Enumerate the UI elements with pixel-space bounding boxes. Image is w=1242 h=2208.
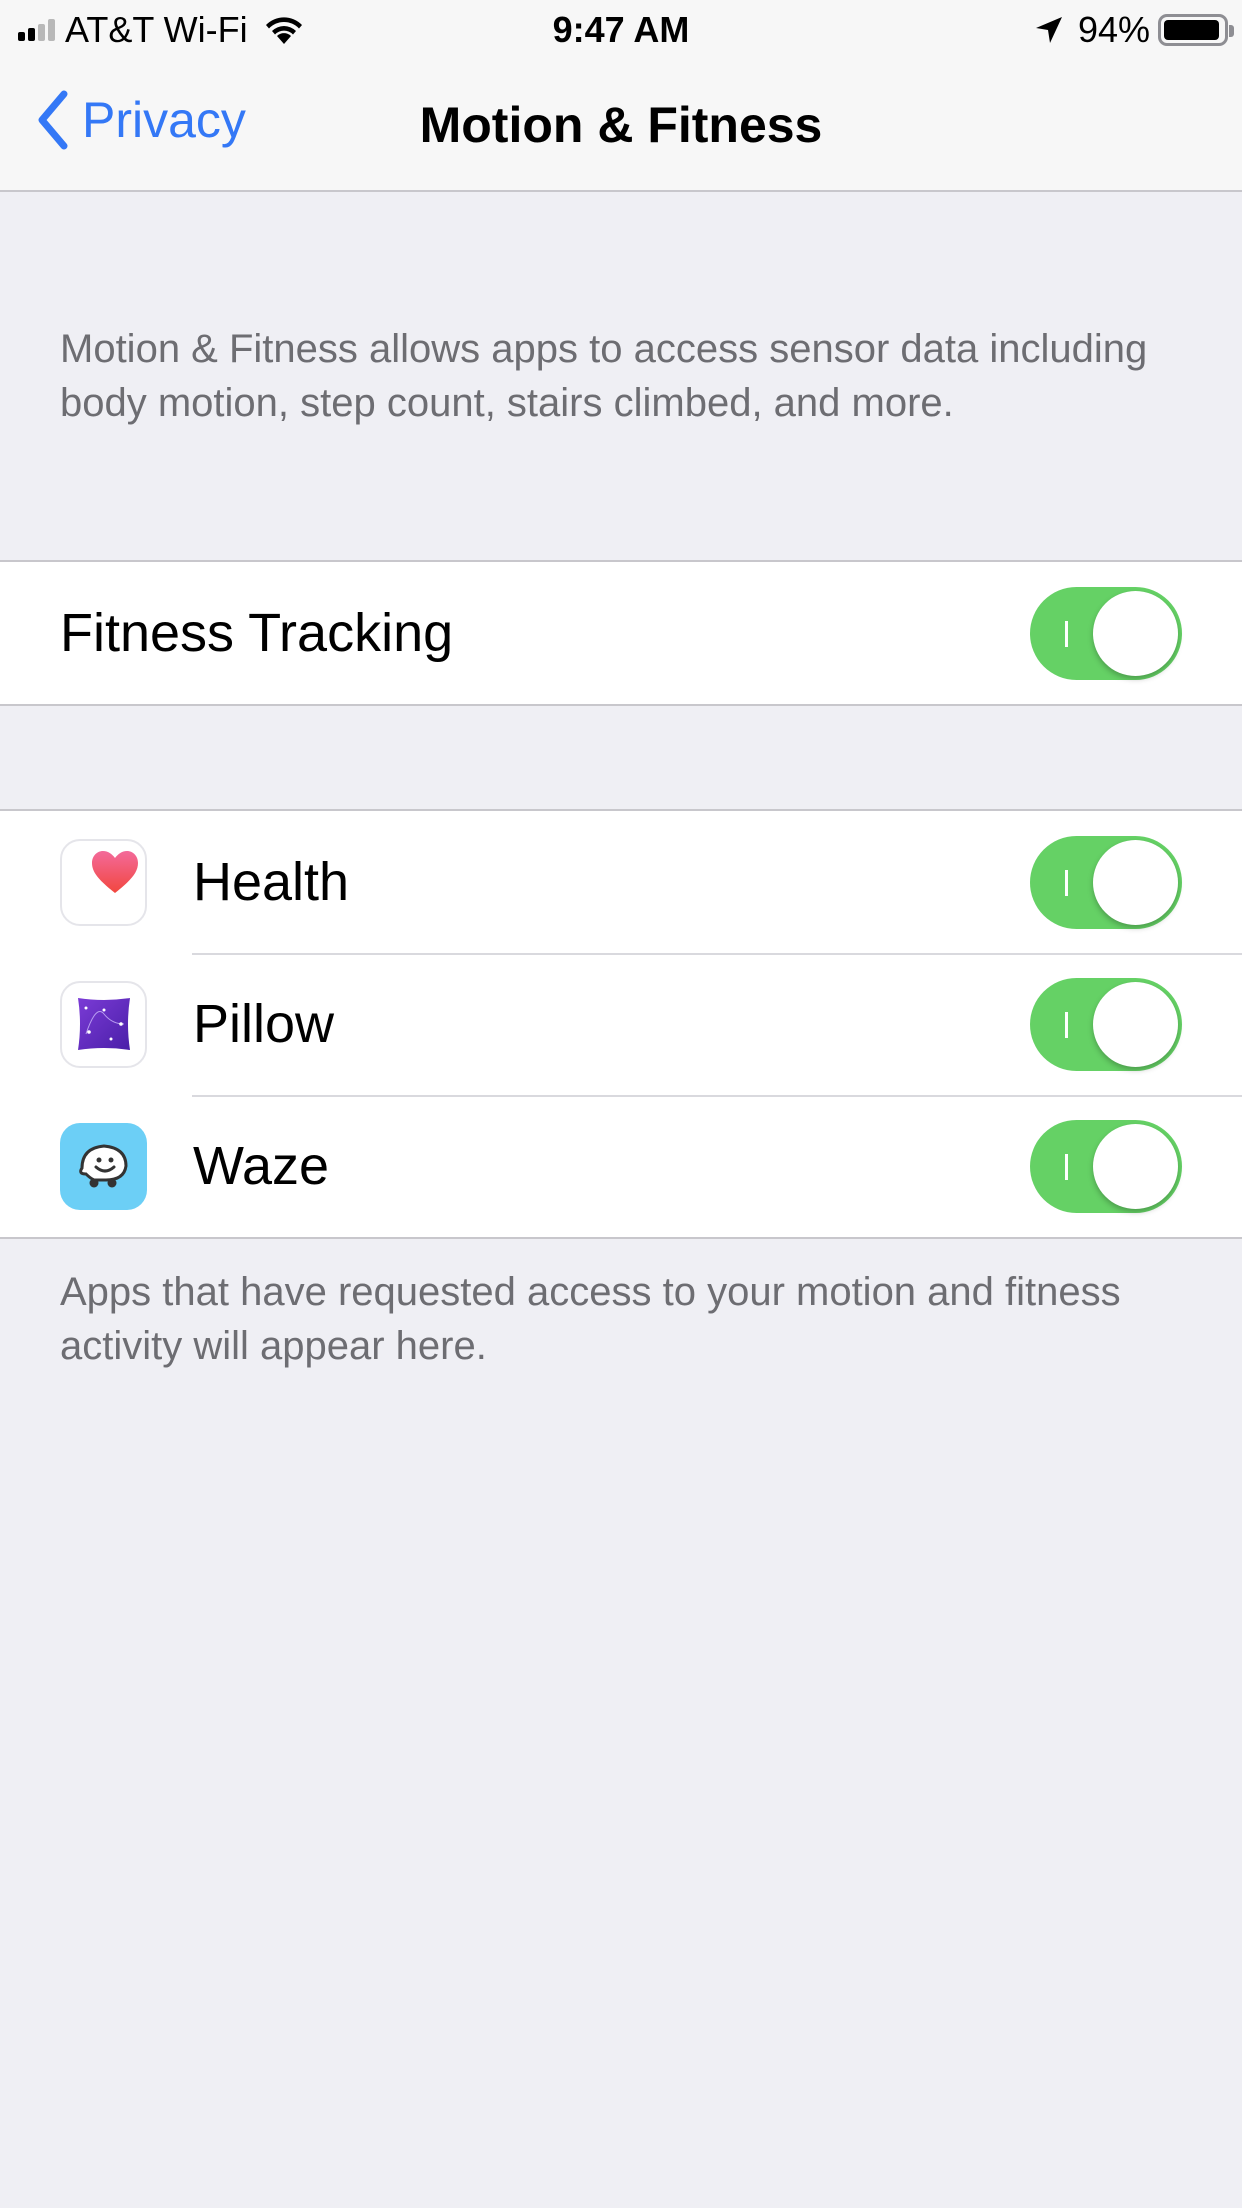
location-arrow-icon [1035,17,1062,43]
app-name: Pillow [193,994,335,1054]
fitness-tracking-label: Fitness Tracking [60,603,454,663]
apps-group: Health Pillow Waze [0,809,1242,1239]
battery-icon [1158,14,1234,46]
health-heart-icon [60,838,147,926]
fitness-tracking-row: Fitness Tracking [0,562,1242,704]
list-item: Waze [0,1095,1242,1237]
battery-percent: 94% [1077,9,1150,50]
list-item: Pillow [0,953,1242,1095]
page-title: Motion & Fitness [419,97,823,153]
section-description: Motion & Fitness allows apps to access s… [60,327,1148,425]
status-bar: AT&T Wi-Fi 9:47 AM 94% [0,0,1242,60]
pillow-icon [60,980,147,1068]
fitness-tracking-group: Fitness Tracking [0,560,1242,706]
pillow-toggle[interactable] [1030,977,1182,1071]
app-name: Waze [193,1136,330,1196]
list-item: Health [0,811,1242,953]
app-name: Health [193,852,350,912]
fitness-tracking-toggle[interactable] [1030,586,1182,680]
section-footer: Apps that have requested access to your … [60,1270,1121,1368]
health-toggle[interactable] [1030,835,1182,929]
navigation-bar: Privacy Motion & Fitness [0,60,1242,192]
waze-icon [60,1122,147,1210]
waze-toggle[interactable] [1030,1119,1182,1213]
